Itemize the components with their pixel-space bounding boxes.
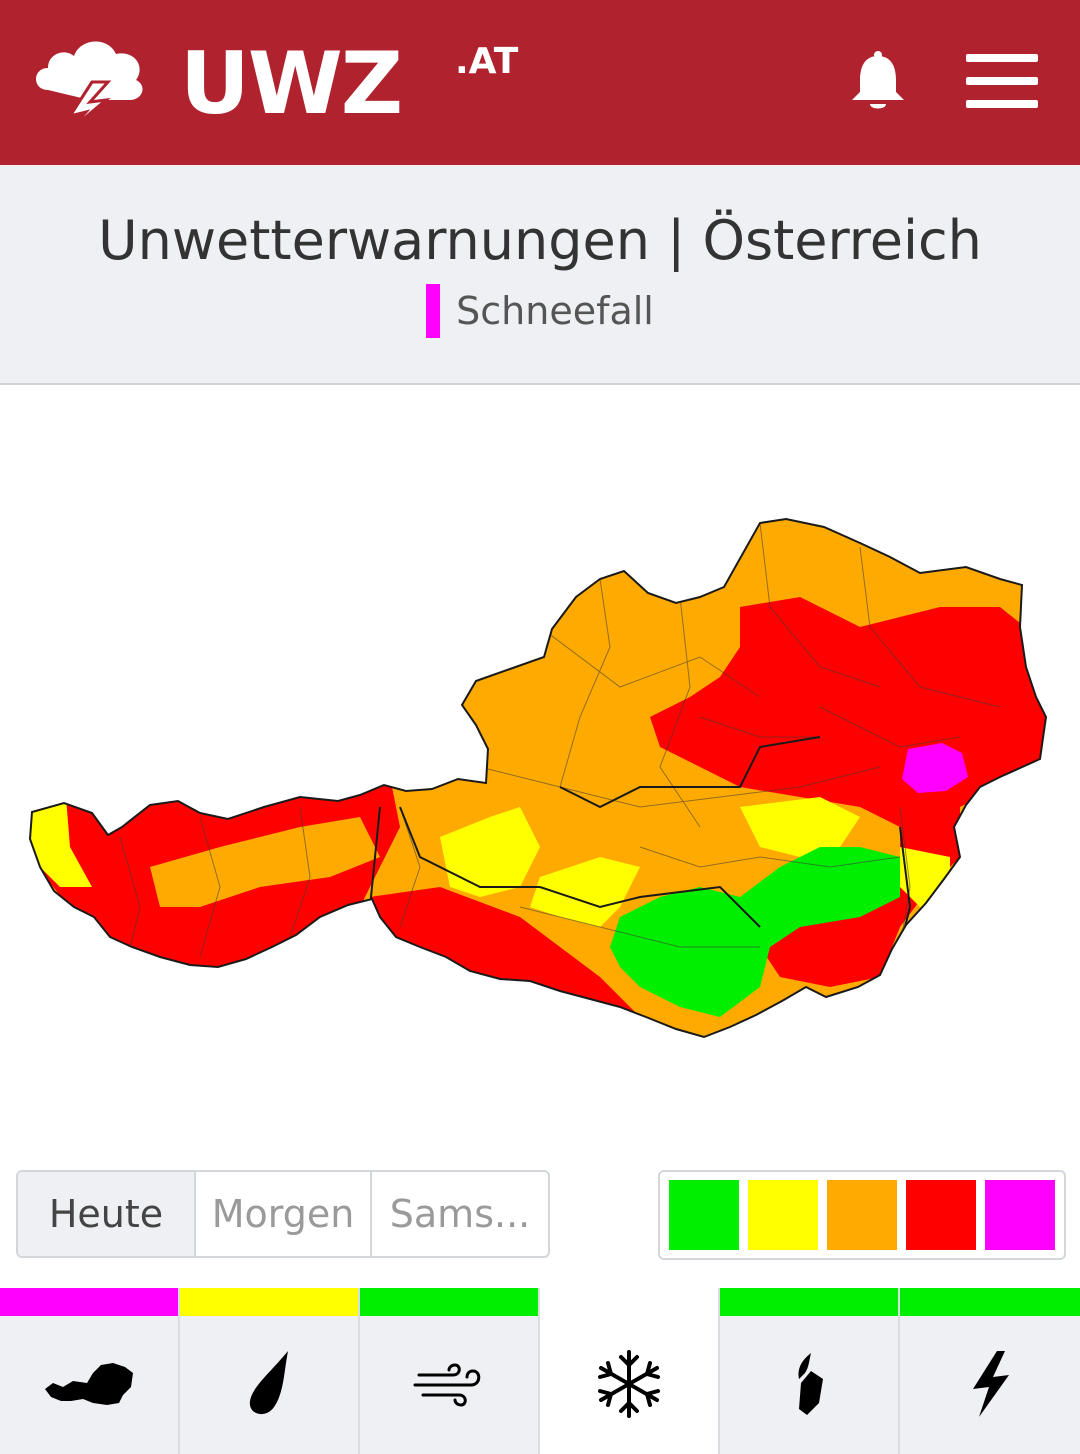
wind-icon [413, 1363, 481, 1407]
day-selector: Heute Morgen Sams... [16, 1170, 550, 1258]
nav-wind[interactable] [360, 1288, 540, 1454]
nav-level-bar [360, 1288, 538, 1316]
logo-suffix: .AT [455, 41, 519, 82]
nav-level-bar [180, 1288, 358, 1316]
warning-type-row: Schneefall [0, 283, 1080, 339]
austria-warning-map[interactable] [0, 387, 1080, 1157]
uwz-logo[interactable]: UWZ .AT [30, 28, 550, 138]
logo-text: UWZ [180, 34, 403, 134]
legend-swatch-orange [827, 1180, 897, 1250]
bell-icon[interactable] [848, 50, 908, 114]
warning-map[interactable] [0, 387, 1080, 1157]
nav-level-bar [0, 1288, 178, 1316]
warning-level-legend [658, 1170, 1066, 1260]
nav-level-bar [900, 1288, 1080, 1316]
tab-samstag[interactable]: Sams... [372, 1172, 548, 1256]
nav-level-bar [720, 1288, 898, 1316]
page-title: Unwetterwarnungen | Österreich [98, 209, 982, 272]
legend-swatch-yellow [748, 1180, 818, 1250]
app-header: UWZ .AT [0, 0, 1080, 165]
nav-all-warnings[interactable] [0, 1288, 180, 1454]
warning-type-color-marker [426, 284, 441, 338]
legend-swatch-violet [985, 1180, 1055, 1250]
legend-swatch-red [906, 1180, 976, 1250]
app-page: UWZ .AT Unwetterwarnungen | Österreich S… [0, 0, 1080, 1454]
tab-heute[interactable]: Heute [18, 1172, 196, 1256]
rain-drop-icon [249, 1351, 288, 1415]
snowflake-icon [598, 1350, 660, 1418]
nav-thunderstorm[interactable] [900, 1288, 1080, 1454]
nav-level-bar [540, 1288, 718, 1316]
nav-black-ice[interactable] [720, 1288, 900, 1454]
hamburger-menu-icon[interactable] [966, 54, 1038, 108]
lightning-icon [973, 1351, 1009, 1417]
storm-cloud-lightning-icon [36, 41, 143, 134]
tab-morgen[interactable]: Morgen [196, 1172, 372, 1256]
austria-map-icon [45, 1363, 133, 1405]
warning-type-nav [0, 1288, 1080, 1454]
title-panel: Unwetterwarnungen | Österreich Schneefal… [0, 165, 1080, 385]
warning-regions [30, 519, 1046, 1037]
nav-rain[interactable] [180, 1288, 360, 1454]
black-ice-icon [798, 1353, 823, 1415]
nav-snow[interactable] [540, 1288, 720, 1454]
warning-type-label: Schneefall [456, 289, 654, 333]
legend-swatch-green [669, 1180, 739, 1250]
